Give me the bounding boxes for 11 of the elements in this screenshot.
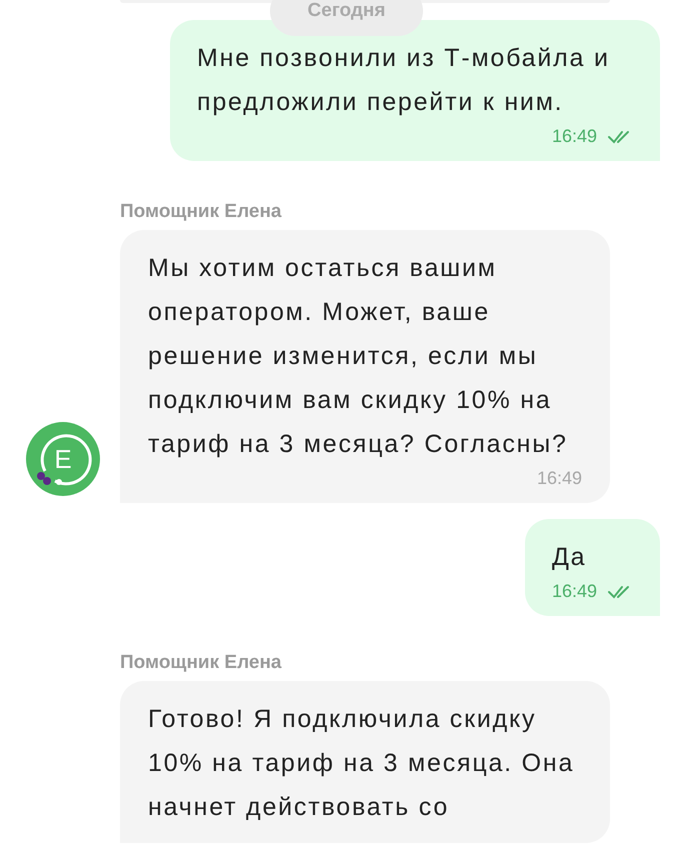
message-time: 16:49 xyxy=(552,581,597,602)
sender-name: Помощник Елена xyxy=(120,652,282,674)
message-text: Готово! Я подключила скидку 10% на тариф на 3 месяца. Она начнет действовать со xyxy=(148,704,576,823)
avatar-icon: Е xyxy=(25,421,101,497)
message-time: 16:49 xyxy=(536,468,582,489)
message-text: Мне позвонили из Т-мобайла и предложили перейти к ним. xyxy=(197,43,611,118)
message-time: 16:49 xyxy=(552,126,597,147)
sender-name: Помощник Елена xyxy=(120,201,282,223)
date-divider: Сегодня xyxy=(270,0,423,36)
message-text: Мы хотим остаться вашим оператором. Может, ваше решение изменится, если мы подключим вам скидку 10% на тариф на 3 месяца? Согласны? xyxy=(148,253,569,460)
message-text: Да xyxy=(552,542,588,573)
